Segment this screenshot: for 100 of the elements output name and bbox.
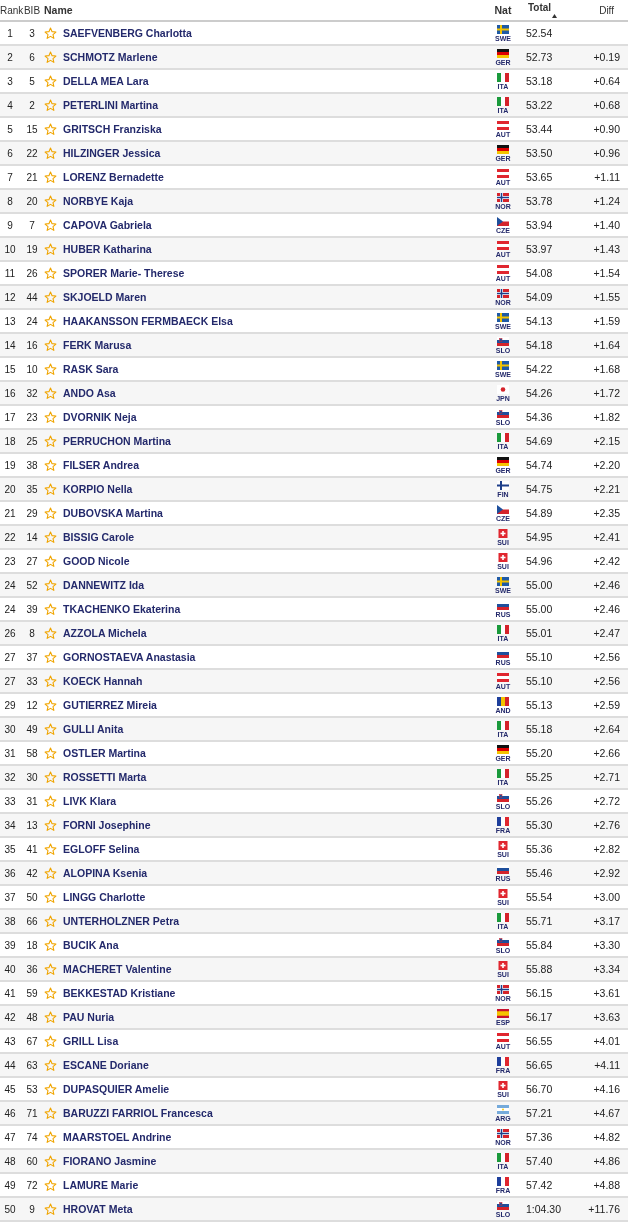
athlete-name-link[interactable]: BUCIK Ana (63, 939, 486, 951)
athlete-name-link[interactable]: GOOD Nicole (63, 555, 486, 567)
star-icon[interactable] (44, 194, 57, 208)
athlete-name-link[interactable]: DUPASQUIER Amelie (63, 1083, 486, 1095)
star-icon[interactable] (44, 530, 57, 544)
column-header[interactable]: Nat (486, 4, 520, 16)
athlete-name-link[interactable]: ROSSETTI Marta (63, 771, 486, 783)
star-icon[interactable] (44, 122, 57, 136)
star-icon[interactable] (44, 674, 57, 688)
athlete-name-link[interactable]: ESCANE Doriane (63, 1059, 486, 1071)
sort-icon[interactable] (552, 14, 558, 18)
star-icon[interactable] (44, 458, 57, 472)
column-header[interactable]: Diff (574, 4, 628, 16)
star-icon[interactable] (44, 314, 57, 328)
athlete-name-link[interactable]: LORENZ Bernadette (63, 171, 486, 183)
star-icon[interactable] (44, 386, 57, 400)
athlete-name-link[interactable]: KORPIO Nella (63, 483, 486, 495)
athlete-name-link[interactable]: DVORNIK Neja (63, 411, 486, 423)
star-icon[interactable] (44, 842, 57, 856)
athlete-name-link[interactable]: LINGG Charlotte (63, 891, 486, 903)
star-icon[interactable] (44, 1082, 57, 1096)
star-icon[interactable] (44, 146, 57, 160)
athlete-name-link[interactable]: HILZINGER Jessica (63, 147, 486, 159)
athlete-name-link[interactable]: KOECK Hannah (63, 675, 486, 687)
athlete-name-link[interactable]: UNTERHOLZNER Petra (63, 915, 486, 927)
star-icon[interactable] (44, 698, 57, 712)
athlete-name-link[interactable]: DANNEWITZ Ida (63, 579, 486, 591)
athlete-name-link[interactable]: BEKKESTAD Kristiane (63, 987, 486, 999)
star-icon[interactable] (44, 938, 57, 952)
star-icon[interactable] (44, 218, 57, 232)
star-icon[interactable] (44, 986, 57, 1000)
star-icon[interactable] (44, 914, 57, 928)
athlete-name-link[interactable]: SAEFVENBERG Charlotta (63, 27, 486, 39)
star-icon[interactable] (44, 722, 57, 736)
star-icon[interactable] (44, 626, 57, 640)
star-icon[interactable] (44, 290, 57, 304)
athlete-name-link[interactable]: SKJOELD Maren (63, 291, 486, 303)
athlete-name-link[interactable]: HAAKANSSON FERMBAECK Elsa (63, 315, 486, 327)
star-icon[interactable] (44, 482, 57, 496)
athlete-name-link[interactable]: GULLI Anita (63, 723, 486, 735)
star-icon[interactable] (44, 866, 57, 880)
star-icon[interactable] (44, 410, 57, 424)
star-icon[interactable] (44, 602, 57, 616)
athlete-name-link[interactable]: SPORER Marie- Therese (63, 267, 486, 279)
star-icon[interactable] (44, 962, 57, 976)
star-icon[interactable] (44, 1154, 57, 1168)
athlete-name-link[interactable]: RASK Sara (63, 363, 486, 375)
star-icon[interactable] (44, 362, 57, 376)
athlete-name-link[interactable]: FORNI Josephine (63, 819, 486, 831)
athlete-name-link[interactable]: GRITSCH Franziska (63, 123, 486, 135)
star-icon[interactable] (44, 242, 57, 256)
star-icon[interactable] (44, 650, 57, 664)
star-icon[interactable] (44, 1010, 57, 1024)
athlete-name-link[interactable]: HUBER Katharina (63, 243, 486, 255)
star-icon[interactable] (44, 98, 57, 112)
athlete-name-link[interactable]: BARUZZI FARRIOL Francesca (63, 1107, 486, 1119)
athlete-name-link[interactable]: EGLOFF Selina (63, 843, 486, 855)
athlete-name-link[interactable]: NORBYE Kaja (63, 195, 486, 207)
athlete-name-link[interactable]: AZZOLA Michela (63, 627, 486, 639)
athlete-name-link[interactable]: MACHERET Valentine (63, 963, 486, 975)
athlete-name-link[interactable]: LIVK Klara (63, 795, 486, 807)
star-icon[interactable] (44, 1106, 57, 1120)
star-icon[interactable] (44, 554, 57, 568)
star-icon[interactable] (44, 506, 57, 520)
athlete-name-link[interactable]: LAMURE Marie (63, 1179, 486, 1191)
star-icon[interactable] (44, 794, 57, 808)
athlete-name-link[interactable]: ALOPINA Ksenia (63, 867, 486, 879)
athlete-name-link[interactable]: PERRUCHON Martina (63, 435, 486, 447)
column-header[interactable]: Total (528, 2, 552, 13)
athlete-name-link[interactable]: GRILL Lisa (63, 1035, 486, 1047)
star-icon[interactable] (44, 74, 57, 88)
star-icon[interactable] (44, 170, 57, 184)
column-header[interactable]: Name (44, 4, 486, 16)
athlete-name-link[interactable]: PETERLINI Martina (63, 99, 486, 111)
athlete-name-link[interactable]: BISSIG Carole (63, 531, 486, 543)
star-icon[interactable] (44, 770, 57, 784)
star-icon[interactable] (44, 818, 57, 832)
star-icon[interactable] (44, 50, 57, 64)
star-icon[interactable] (44, 1034, 57, 1048)
star-icon[interactable] (44, 266, 57, 280)
athlete-name-link[interactable]: FERK Marusa (63, 339, 486, 351)
athlete-name-link[interactable]: PAU Nuria (63, 1011, 486, 1023)
star-icon[interactable] (44, 746, 57, 760)
athlete-name-link[interactable]: HROVAT Meta (63, 1203, 486, 1215)
star-icon[interactable] (44, 26, 57, 40)
star-icon[interactable] (44, 338, 57, 352)
athlete-name-link[interactable]: MAARSTOEL Andrine (63, 1131, 486, 1143)
athlete-name-link[interactable]: SCHMOTZ Marlene (63, 51, 486, 63)
star-icon[interactable] (44, 890, 57, 904)
athlete-name-link[interactable]: GUTIERREZ Mireia (63, 699, 486, 711)
athlete-name-link[interactable]: DUBOVSKA Martina (63, 507, 486, 519)
star-icon[interactable] (44, 1130, 57, 1144)
star-icon[interactable] (44, 1058, 57, 1072)
athlete-name-link[interactable]: FIORANO Jasmine (63, 1155, 486, 1167)
athlete-name-link[interactable]: ANDO Asa (63, 387, 486, 399)
athlete-name-link[interactable]: DELLA MEA Lara (63, 75, 486, 87)
star-icon[interactable] (44, 578, 57, 592)
star-icon[interactable] (44, 434, 57, 448)
athlete-name-link[interactable]: CAPOVA Gabriela (63, 219, 486, 231)
star-icon[interactable] (44, 1178, 57, 1192)
